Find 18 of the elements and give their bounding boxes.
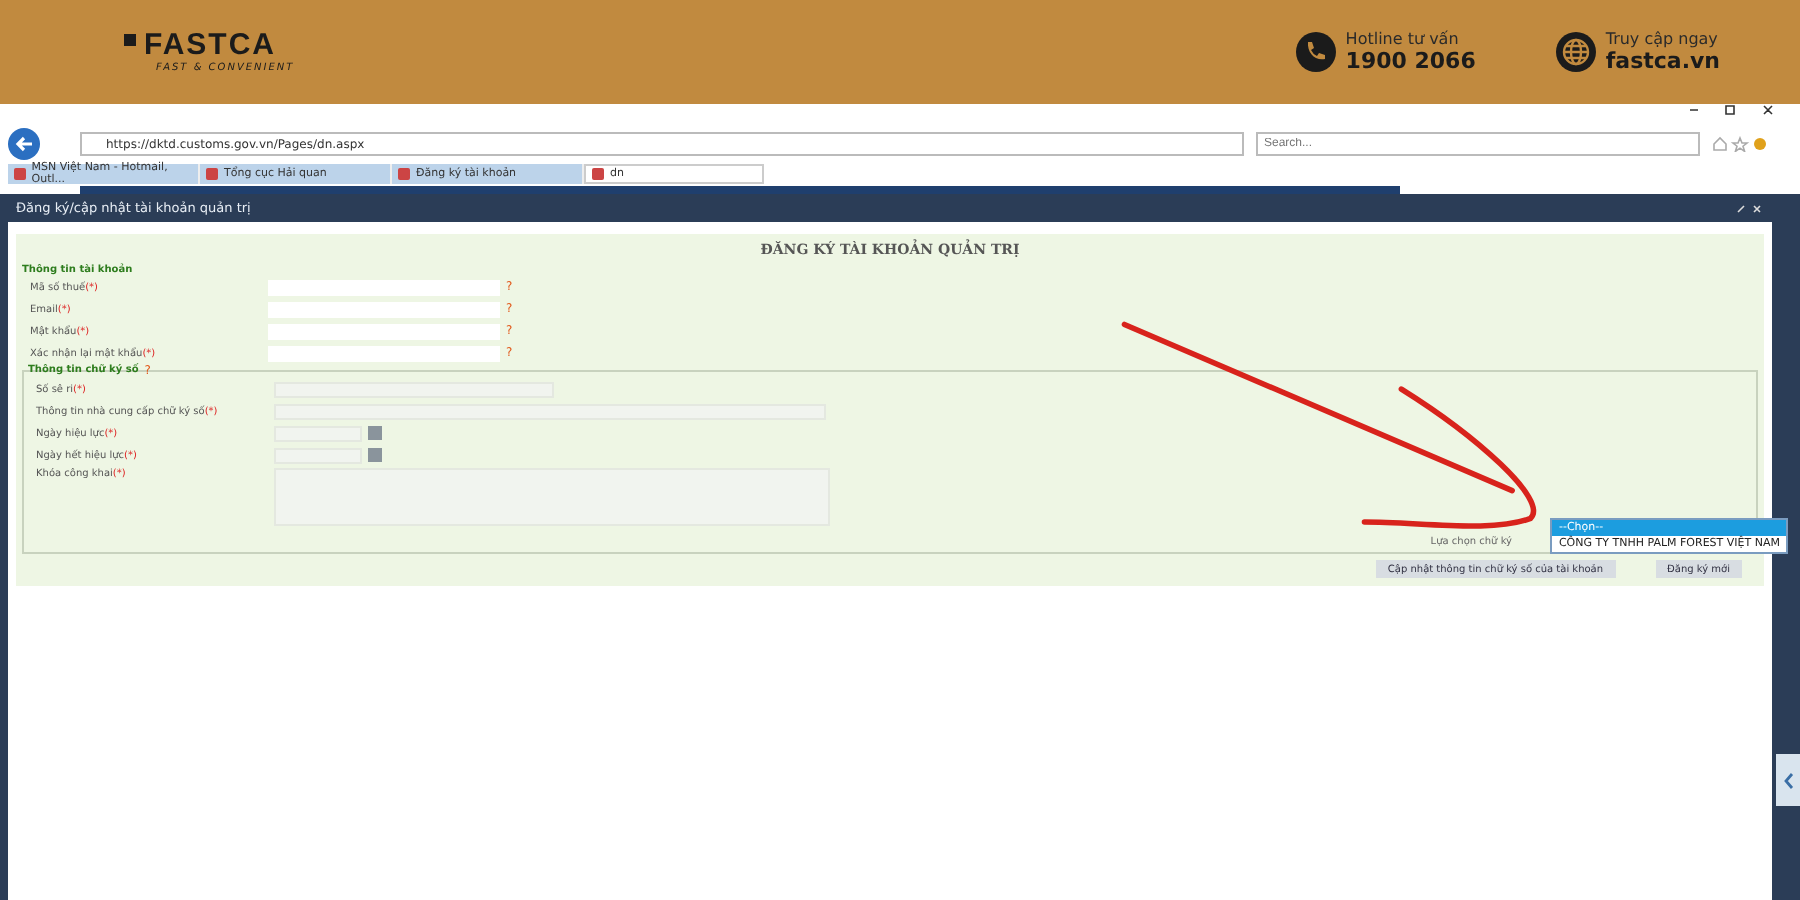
page-icon <box>592 168 604 180</box>
logo-text: FASTCA <box>144 30 278 62</box>
window-controls-icon[interactable] <box>1688 104 1776 116</box>
phone-number: 1900 2066 <box>1345 48 1476 74</box>
dialog-controls-icon[interactable] <box>1736 203 1764 213</box>
toolbar-icons[interactable] <box>1712 136 1768 152</box>
globe-icon <box>1555 32 1596 72</box>
logo-icon <box>124 34 136 46</box>
page-icon <box>398 168 410 180</box>
contact-label: Hotline tư vấn <box>1345 30 1461 48</box>
website-link[interactable]: fastca.vn <box>1605 48 1720 74</box>
back-icon[interactable] <box>8 128 40 160</box>
collapse-tab[interactable] <box>1776 754 1800 806</box>
phone-icon <box>1295 32 1336 72</box>
page-icon <box>206 168 218 180</box>
chevron-left-icon <box>1783 771 1793 789</box>
page-icon <box>14 168 26 180</box>
contact-label: Truy cập ngay <box>1605 30 1720 48</box>
